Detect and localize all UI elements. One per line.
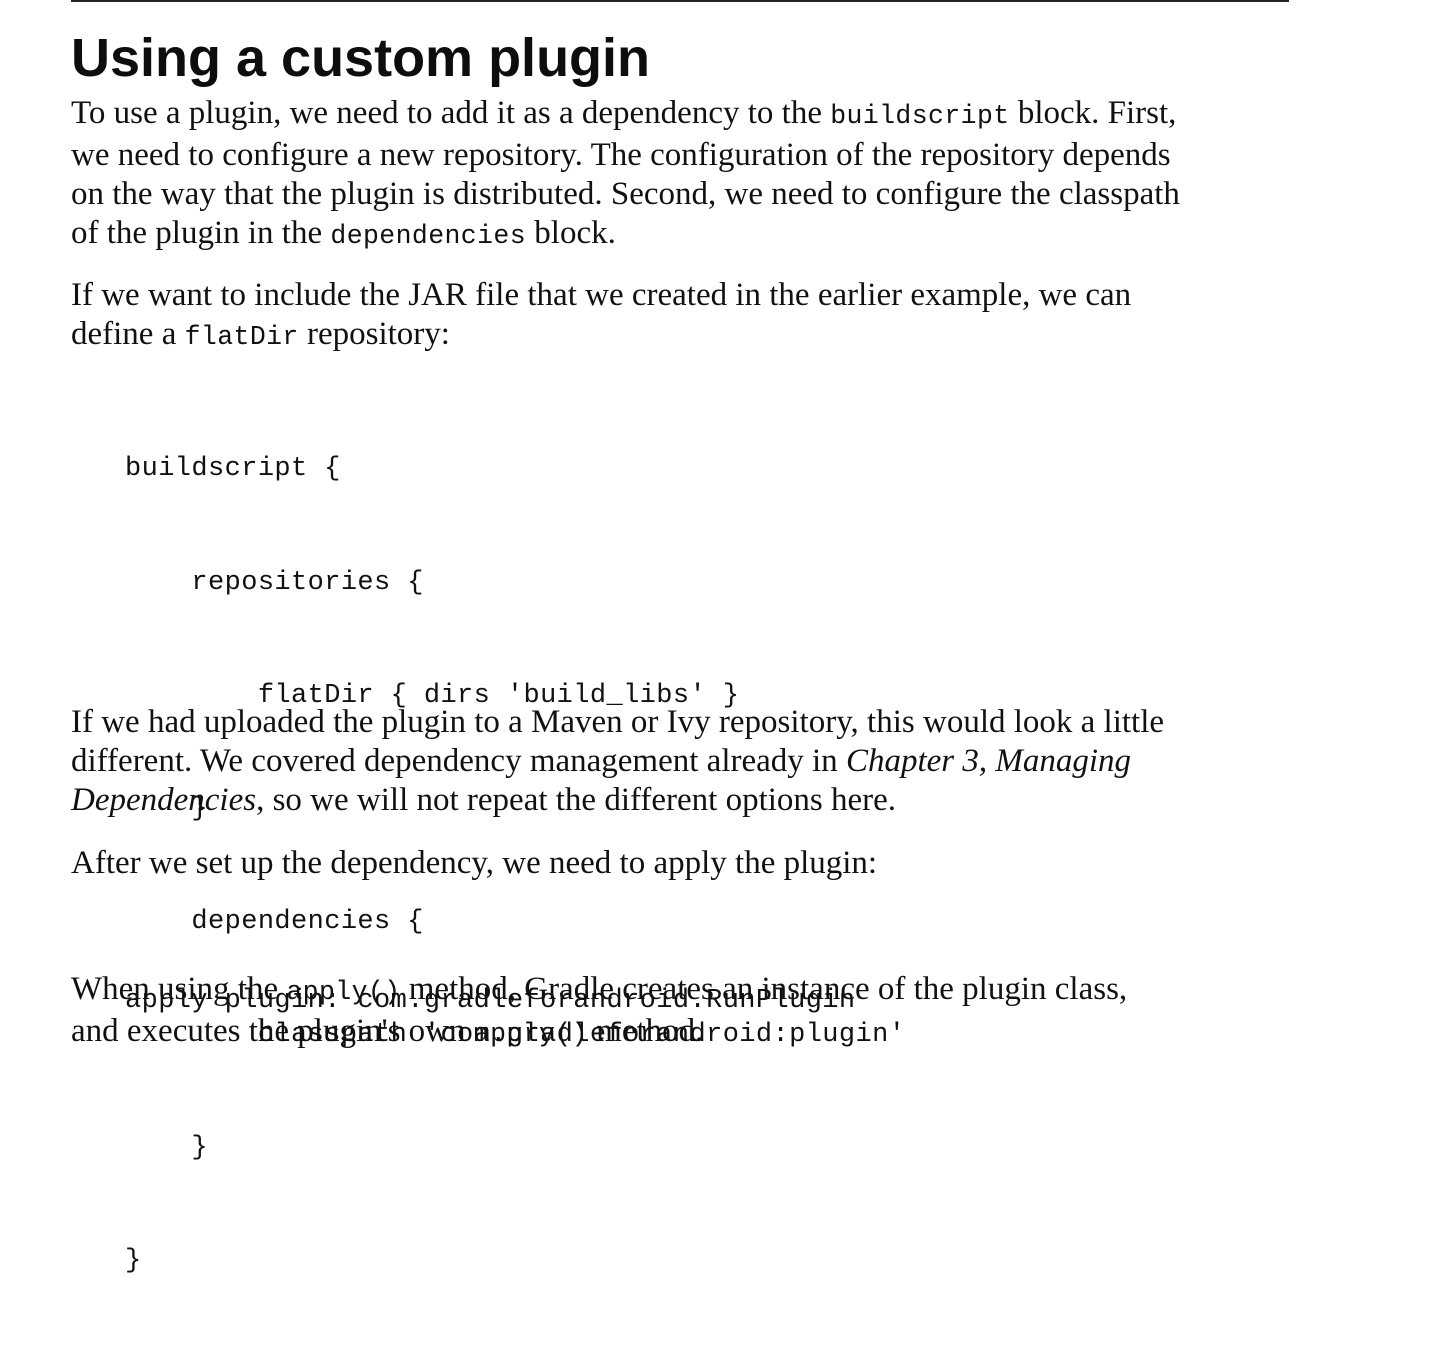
text-run: , so we will not repeat the different op…	[256, 782, 897, 818]
text-run: different. We covered dependency managem…	[71, 743, 846, 779]
text-run: define a	[71, 316, 185, 352]
paragraph-line: When using the apply() method, Gradle cr…	[71, 970, 1127, 1012]
inline-code: apply()	[473, 1019, 588, 1049]
chapter-reference: Chapter 3, Managing	[845, 743, 1132, 779]
inline-code: apply()	[286, 977, 401, 1007]
code-line: }	[125, 1133, 209, 1164]
top-rule	[71, 0, 1289, 2]
paragraph-apply: After we set up the dependency, we need …	[71, 844, 877, 883]
text-run: repository:	[298, 316, 450, 352]
paragraph-line: different. We covered dependency managem…	[71, 742, 1164, 781]
text-run: method.	[587, 1013, 704, 1049]
paragraph-line: define a flatDir repository:	[71, 315, 1131, 357]
text-run: block. First,	[1009, 95, 1177, 131]
paragraph-maven: If we had uploaded the plugin to a Maven…	[71, 703, 1164, 820]
text-run: of the plugin in the	[71, 215, 331, 251]
paragraph-apply-method: When using the apply() method, Gradle cr…	[71, 970, 1127, 1054]
inline-code: buildscript	[830, 101, 1010, 131]
paragraph-line: on the way that the plugin is distribute…	[71, 176, 1180, 212]
code-line: buildscript {	[125, 454, 341, 485]
paragraph-intro: To use a plugin, we need to add it as a …	[71, 94, 1180, 256]
paragraph-line: and executes the plugin's own apply() me…	[71, 1012, 1127, 1054]
paragraph-line: of the plugin in the dependencies block.	[71, 214, 1180, 256]
paragraph-line: we need to configure a new repository. T…	[71, 137, 1171, 173]
paragraph-line: After we set up the dependency, we need …	[71, 845, 878, 881]
code-line: repositories {	[125, 567, 424, 598]
text-run: and executes the plugin's own	[71, 1013, 474, 1049]
chapter-reference: Dependencies	[71, 782, 257, 818]
paragraph-line: To use a plugin, we need to add it as a …	[71, 94, 1180, 136]
text-run: block.	[526, 215, 616, 251]
text-run: When using the	[71, 971, 287, 1007]
paragraph-line: Dependencies, so we will not repeat the …	[71, 781, 1164, 820]
paragraph-line: If we want to include the JAR file that …	[71, 277, 1132, 313]
text-run: To use a plugin, we need to add it as a …	[71, 95, 831, 131]
text-run: method, Gradle creates an instance of th…	[400, 971, 1128, 1007]
inline-code: flatDir	[184, 322, 299, 352]
code-line: }	[125, 1246, 142, 1277]
paragraph-line: If we had uploaded the plugin to a Maven…	[71, 704, 1165, 740]
inline-code: dependencies	[330, 221, 527, 251]
book-page: Using a custom plugin To use a plugin, w…	[0, 0, 1446, 1276]
section-heading: Using a custom plugin	[71, 28, 651, 88]
paragraph-flatdir: If we want to include the JAR file that …	[71, 276, 1131, 357]
